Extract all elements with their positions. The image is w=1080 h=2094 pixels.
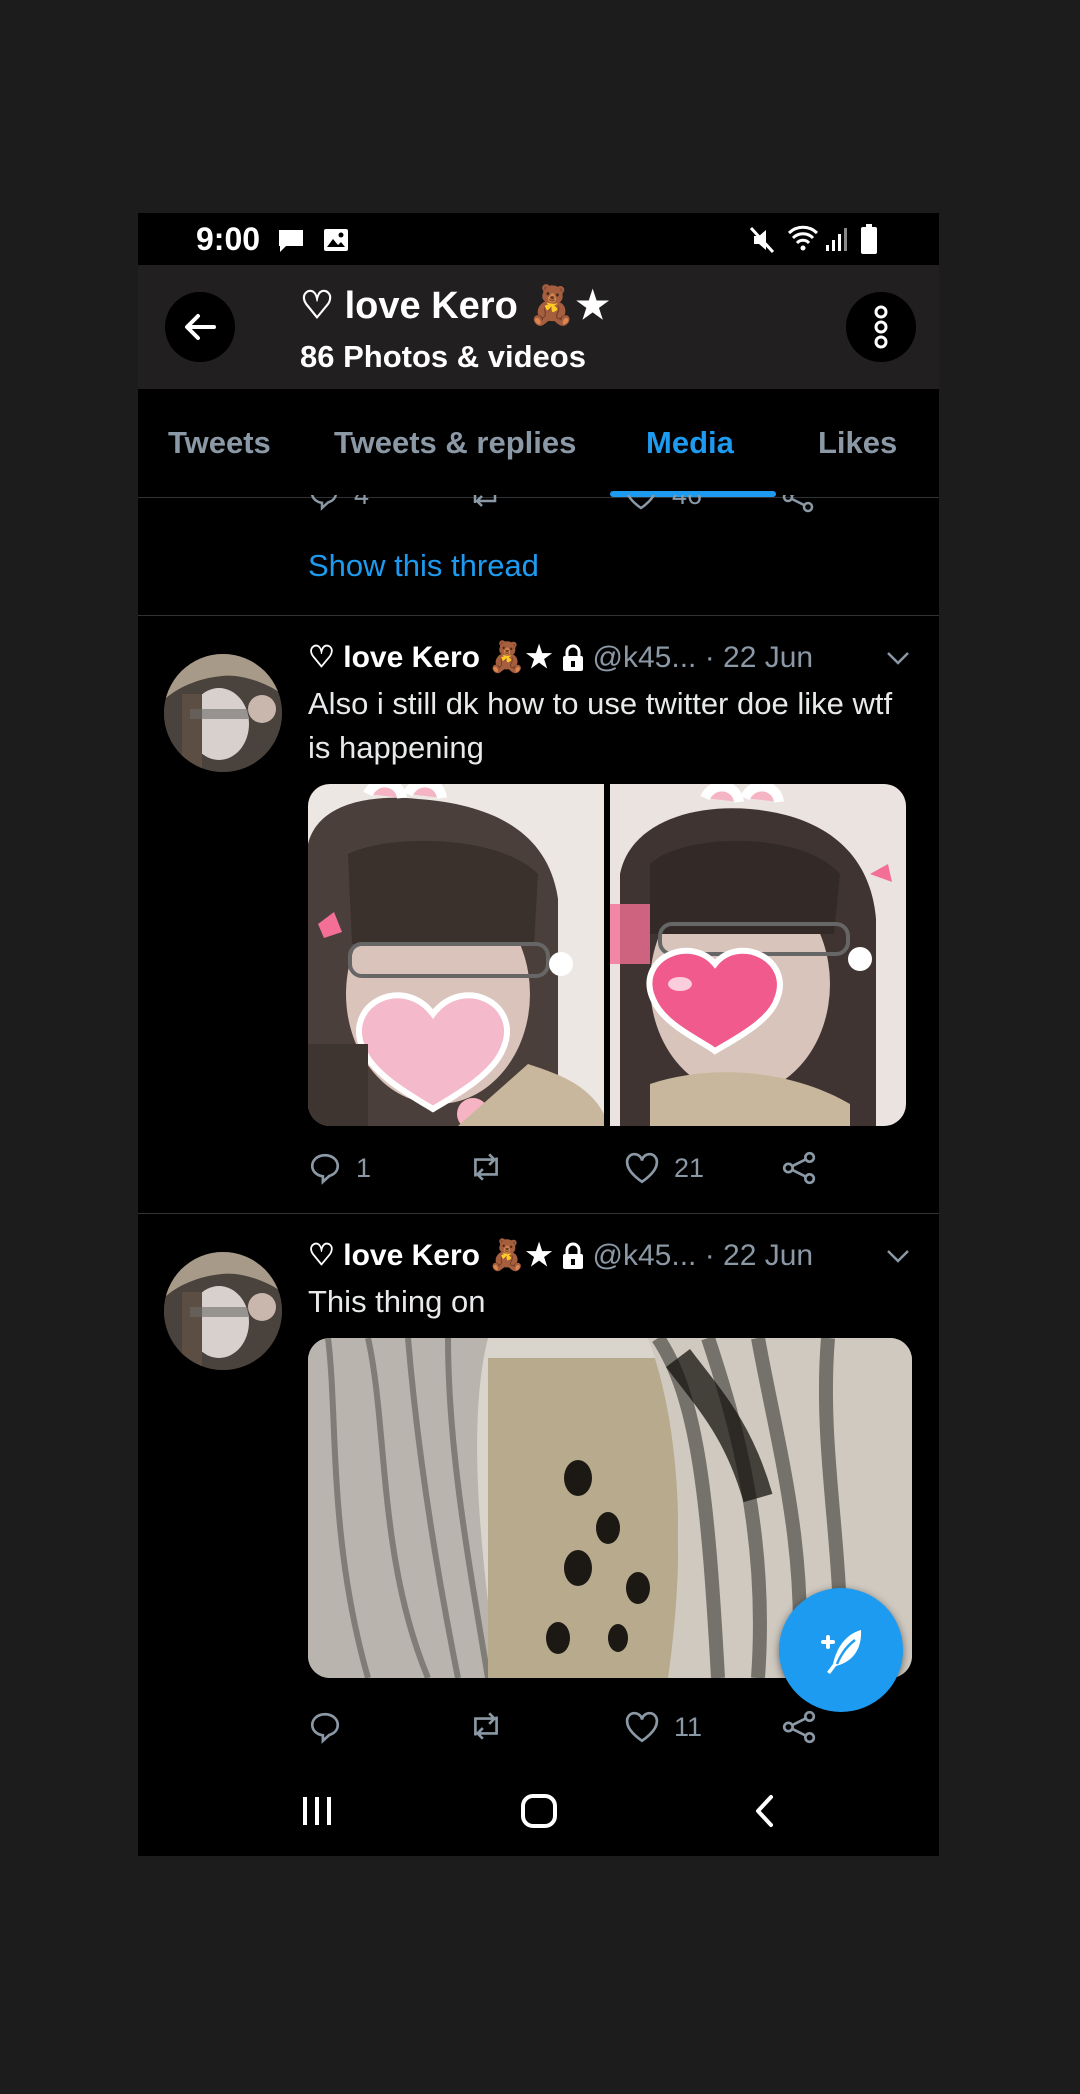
battery-icon [861, 224, 877, 254]
tweet-photo[interactable] [610, 784, 906, 1126]
share-icon[interactable] [781, 495, 815, 513]
status-bar: 9:00 [138, 213, 939, 265]
tweet-photo[interactable] [308, 784, 604, 1126]
like-button[interactable]: 11 [624, 1710, 702, 1744]
share-icon [782, 1151, 816, 1185]
retweet-button[interactable] [468, 1710, 518, 1742]
handle-and-date: @k45... · 22 Jun [592, 1238, 814, 1272]
signal-icon [826, 228, 847, 251]
previous-tweet-actions: 4 46 [138, 495, 939, 525]
back-arrow-icon [185, 314, 216, 340]
system-nav-bar [138, 1765, 939, 1856]
reply-button[interactable] [308, 1710, 356, 1744]
tweet-text: This thing on [308, 1284, 486, 1319]
back-button[interactable] [165, 292, 235, 362]
reply-icon [310, 1712, 340, 1744]
like-icon[interactable] [624, 495, 658, 511]
tab-tweets-and-replies[interactable]: Tweets & replies [334, 425, 576, 461]
tab-media[interactable]: Media [646, 425, 734, 461]
reply-icon [310, 1153, 340, 1185]
retweet-button[interactable] [468, 1151, 518, 1183]
retweet-icon[interactable] [468, 495, 502, 509]
tweet-actions: 11 [308, 1710, 828, 1754]
profile-title: ♡ love Kero 🧸★ [300, 285, 610, 327]
avatar[interactable] [164, 1252, 282, 1370]
share-button[interactable] [781, 1151, 817, 1185]
recent-apps-icon[interactable] [300, 1795, 334, 1827]
handle-and-date: @k45... · 22 Jun [592, 640, 814, 674]
reply-count: 4 [354, 495, 369, 511]
reply-count: 1 [356, 1152, 372, 1183]
like-count: 11 [674, 1711, 703, 1742]
status-time: 9:00 [196, 221, 261, 257]
lock-icon [562, 644, 583, 671]
like-count: 46 [672, 495, 702, 511]
like-button[interactable]: 21 [624, 1151, 704, 1185]
retweet-icon [474, 1153, 498, 1181]
reply-icon[interactable] [308, 495, 340, 511]
more-options-button[interactable] [846, 292, 916, 362]
like-icon [625, 1152, 659, 1184]
show-thread-link[interactable]: Show this thread [308, 548, 539, 584]
avatar[interactable] [164, 654, 282, 772]
wifi-icon [787, 225, 819, 251]
share-icon [782, 1710, 816, 1744]
chevron-down-icon[interactable] [885, 650, 911, 666]
tweet-text: Also i still dk how to use twitter doe l… [308, 686, 893, 765]
phone-screen: 9:00 ♡ love Kero 🧸★ 86 Photos & videos T… [138, 213, 939, 1856]
reply-button[interactable]: 1 [308, 1151, 371, 1185]
tweet-media-grid [308, 784, 906, 1126]
like-icon [625, 1711, 659, 1743]
like-count: 21 [674, 1152, 705, 1183]
retweet-icon [474, 1712, 498, 1740]
more-vertical-icon [874, 305, 888, 349]
profile-tabs: Tweets Tweets & replies Media Likes [138, 389, 939, 498]
media-count: 86 Photos & videos [300, 339, 586, 374]
compose-tweet-button[interactable] [779, 1588, 903, 1712]
tweet-header: ♡ love Kero 🧸★ @k45... · 22 Jun [308, 1238, 813, 1273]
app-bar: ♡ love Kero 🧸★ 86 Photos & videos [138, 265, 939, 389]
share-button[interactable] [781, 1710, 817, 1744]
tweet-actions: 1 21 [308, 1151, 828, 1195]
tweet-header: ♡ love Kero 🧸★ @k45... · 22 Jun [308, 640, 813, 675]
chevron-down-icon[interactable] [885, 1248, 911, 1264]
message-notification-icon [279, 230, 303, 252]
display-name[interactable]: ♡ love Kero 🧸★ [308, 640, 553, 675]
home-icon[interactable] [520, 1793, 558, 1829]
tab-tweets[interactable]: Tweets [168, 425, 271, 461]
back-nav-icon[interactable] [752, 1793, 776, 1829]
tab-likes[interactable]: Likes [818, 425, 897, 461]
lock-icon [562, 1242, 583, 1269]
mute-icon [749, 226, 775, 254]
display-name[interactable]: ♡ love Kero 🧸★ [308, 1238, 553, 1273]
compose-feather-icon [821, 1630, 862, 1674]
image-notification-icon [324, 229, 348, 251]
